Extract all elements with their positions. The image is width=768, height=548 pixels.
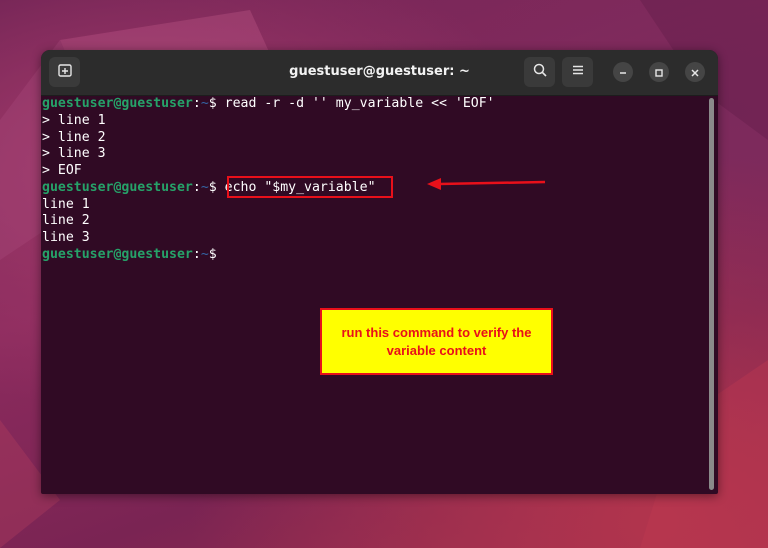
terminal-line: guestuser@guestuser:~$ read -r -d '' my_… bbox=[42, 96, 712, 113]
prompt-path: ~ bbox=[200, 96, 209, 111]
annotation-arrow bbox=[427, 178, 546, 190]
window-title: guestuser@guestuser: ~ bbox=[289, 64, 470, 79]
prompt-symbol: $ bbox=[208, 246, 217, 262]
maximize-button[interactable] bbox=[649, 62, 669, 82]
terminal-window: guestuser@guestuser: ~ guestuser@guestus… bbox=[41, 50, 718, 494]
terminal-line: guestuser@guestuser:~$ bbox=[42, 247, 712, 264]
minimize-button[interactable] bbox=[613, 62, 633, 82]
terminal-line: > line 3 bbox=[42, 146, 106, 162]
new-tab-button[interactable] bbox=[49, 57, 80, 87]
menu-button[interactable] bbox=[562, 57, 593, 87]
terminal-line: > line 2 bbox=[42, 129, 106, 145]
prompt-user: guestuser@guestuser bbox=[42, 246, 193, 262]
terminal-line: line 1 bbox=[42, 196, 90, 212]
prompt-symbol: $ bbox=[208, 96, 225, 111]
terminal-line: line 3 bbox=[42, 230, 90, 245]
new-tab-icon bbox=[57, 62, 73, 82]
command-text: read -r -d '' my_variable << 'EOF' bbox=[224, 96, 495, 111]
close-icon bbox=[690, 63, 700, 82]
prompt-user: guestuser@guestuser bbox=[42, 96, 193, 111]
prompt-user: guestuser@guestuser bbox=[42, 179, 193, 195]
prompt-path: ~ bbox=[200, 246, 209, 262]
search-icon bbox=[532, 62, 548, 82]
scrollbar[interactable] bbox=[709, 98, 714, 490]
command-highlight-box bbox=[227, 176, 393, 198]
prompt-sep: : bbox=[192, 246, 201, 262]
close-button[interactable] bbox=[685, 62, 705, 82]
terminal-line: > line 1 bbox=[42, 112, 106, 128]
search-button[interactable] bbox=[524, 57, 555, 87]
prompt-path: ~ bbox=[200, 179, 209, 195]
prompt-symbol: $ bbox=[208, 179, 225, 195]
prompt-sep: : bbox=[192, 179, 201, 195]
maximize-icon bbox=[654, 63, 664, 82]
minimize-icon bbox=[618, 63, 628, 82]
annotation-note: run this command to verify the variable … bbox=[320, 308, 553, 375]
terminal-output[interactable]: guestuser@guestuser:~$ read -r -d '' my_… bbox=[41, 96, 712, 494]
terminal-line: line 2 bbox=[42, 213, 90, 229]
title-bar: guestuser@guestuser: ~ bbox=[41, 50, 718, 96]
hamburger-menu-icon bbox=[570, 62, 586, 82]
prompt-sep: : bbox=[192, 96, 201, 111]
